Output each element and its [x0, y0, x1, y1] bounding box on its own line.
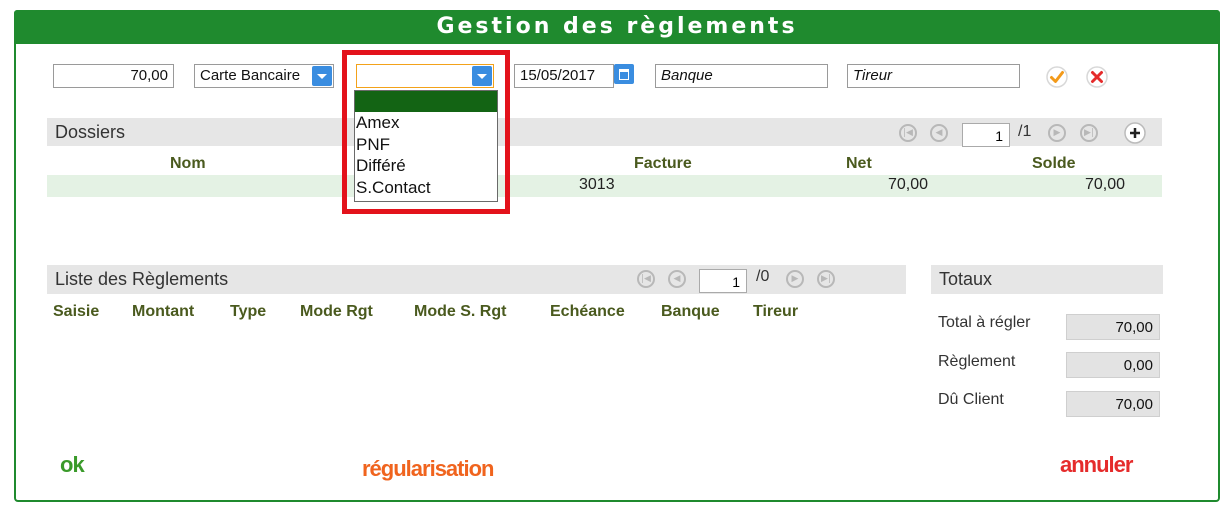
annuler-button[interactable]: annuler	[1060, 452, 1133, 478]
dropdown-option-pnf[interactable]: PNF	[356, 135, 390, 155]
row-facture: 3013	[579, 176, 615, 193]
du-client-label: Dû Client	[938, 391, 1004, 408]
totaux-header: Totaux	[931, 265, 1163, 294]
reglements-page-input[interactable]: 1	[699, 269, 747, 293]
col-echeance: Echéance	[550, 303, 625, 320]
col-banque: Banque	[661, 303, 720, 320]
drawer-input[interactable]: Tireur	[847, 64, 1020, 88]
x-circle-icon[interactable]	[1086, 66, 1108, 88]
dossiers-page-input[interactable]: 1	[962, 123, 1010, 147]
dropdown-option-empty[interactable]	[355, 91, 497, 112]
reglements-header: Liste des Règlements	[47, 265, 906, 294]
reglements-title: Liste des Règlements	[55, 269, 229, 289]
row-solde: 70,00	[1085, 176, 1126, 193]
plus-circle-icon[interactable]	[1124, 122, 1146, 144]
col-montant: Montant	[132, 303, 195, 320]
regularisation-button[interactable]: régularisation	[362, 456, 494, 482]
totaux-title: Totaux	[939, 269, 993, 289]
bank-input[interactable]: Banque	[655, 64, 828, 88]
ok-button[interactable]: ok	[60, 452, 85, 478]
row-net: 70,00	[888, 176, 929, 193]
first-page-icon[interactable]: |◀	[899, 124, 917, 142]
amount-input[interactable]: 70,00	[53, 64, 174, 88]
dropdown-option-amex[interactable]: Amex	[356, 113, 399, 133]
reglement-value: 0,00	[1066, 352, 1160, 378]
col-type: Type	[230, 303, 267, 320]
total-a-regler-value: 70,00	[1066, 314, 1160, 340]
last-page-icon[interactable]: ▶|	[1080, 124, 1098, 142]
col-mode-s-rgt: Mode S. Rgt	[414, 303, 507, 320]
date-input[interactable]: 15/05/2017	[514, 64, 614, 88]
dossiers-page-total: /1	[1018, 123, 1032, 140]
col-solde: Solde	[1032, 155, 1076, 172]
reglement-label: Règlement	[938, 353, 1016, 370]
calendar-icon[interactable]	[614, 64, 634, 84]
dossiers-title: Dossiers	[55, 122, 126, 142]
col-tireur: Tireur	[753, 303, 799, 320]
dialog-title: Gestion des règlements	[436, 14, 798, 39]
du-client-value: 70,00	[1066, 391, 1160, 417]
payment-type-dropdown-icon[interactable]	[312, 66, 332, 86]
col-facture: Facture	[634, 155, 692, 172]
payment-type-value: Carte Bancaire	[200, 67, 301, 84]
check-circle-icon[interactable]	[1046, 66, 1068, 88]
next-page-icon[interactable]: ▶	[1048, 124, 1066, 142]
col-nom: Nom	[170, 155, 206, 172]
col-saisie: Saisie	[53, 303, 100, 320]
first-page-icon[interactable]: |◀	[637, 270, 655, 288]
col-mode-rgt: Mode Rgt	[300, 303, 373, 320]
prev-page-icon[interactable]: ◀	[668, 270, 686, 288]
col-net: Net	[846, 155, 872, 172]
total-a-regler-label: Total à régler	[938, 314, 1031, 331]
prev-page-icon[interactable]: ◀	[930, 124, 948, 142]
reglements-page-total: /0	[756, 268, 770, 285]
last-page-icon[interactable]: ▶|	[817, 270, 835, 288]
dropdown-option-differe[interactable]: Différé	[356, 156, 406, 176]
dropdown-option-scontact[interactable]: S.Contact	[356, 178, 431, 198]
next-page-icon[interactable]: ▶	[786, 270, 804, 288]
